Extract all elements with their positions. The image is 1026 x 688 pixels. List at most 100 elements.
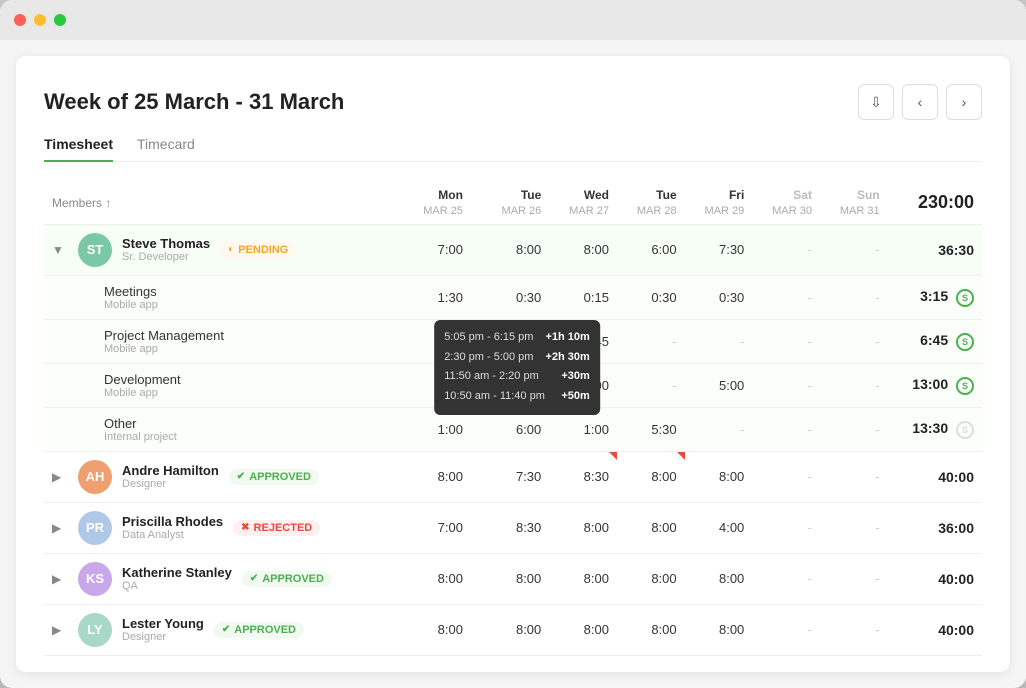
- app-window: Week of 25 March - 31 March ⇩ ‹ › Timesh…: [0, 0, 1026, 688]
- project-sub: Internal project: [104, 431, 395, 443]
- project-info: Other Internal project: [104, 416, 395, 443]
- time-cell[interactable]: 8:00: [617, 553, 685, 604]
- sub-time-cell[interactable]: -: [471, 363, 549, 407]
- time-cell[interactable]: -: [820, 224, 888, 275]
- time-cell[interactable]: 8:00: [403, 451, 471, 502]
- sub-time-cell[interactable]: -: [752, 407, 820, 451]
- time-cell[interactable]: 8:00: [617, 451, 685, 502]
- sub-time-cell[interactable]: 4:00: [549, 363, 617, 407]
- sub-time-cell[interactable]: -: [617, 319, 685, 363]
- sub-time-cell[interactable]: 5:00: [685, 363, 753, 407]
- avatar: PR: [78, 511, 112, 545]
- member-role: QA: [122, 580, 232, 592]
- flag-marker: [609, 452, 617, 460]
- time-cell[interactable]: 8:00: [549, 224, 617, 275]
- member-info: Lester Young Designer: [122, 616, 204, 643]
- sub-time-cell[interactable]: 5:30: [617, 407, 685, 451]
- tab-timesheet[interactable]: Timesheet: [44, 136, 113, 162]
- sub-time-cell[interactable]: 0:15: [549, 275, 617, 319]
- selected-time[interactable]: 01:30: [493, 330, 542, 353]
- sub-time-cell[interactable]: -: [752, 319, 820, 363]
- time-cell[interactable]: -: [752, 604, 820, 655]
- sub-row: Project Management Mobile app 0:30 5:05 …: [44, 319, 982, 363]
- sub-time-cell[interactable]: -: [820, 363, 888, 407]
- sub-time-cell[interactable]: 2:45: [549, 319, 617, 363]
- main-content: Week of 25 March - 31 March ⇩ ‹ › Timesh…: [16, 56, 1010, 672]
- expand-button[interactable]: ▶: [52, 521, 68, 535]
- close-button[interactable]: [14, 14, 26, 26]
- sub-time-cell[interactable]: -: [685, 319, 753, 363]
- time-cell[interactable]: 8:00: [471, 224, 549, 275]
- time-cell[interactable]: 7:30: [685, 224, 753, 275]
- project-sub: Mobile app: [104, 343, 395, 355]
- member-row: ▶ LY Lester Young Designer ✔ APPROVED 8:…: [44, 604, 982, 655]
- expand-button[interactable]: ▶: [52, 623, 68, 637]
- project-info: Development Mobile app: [104, 372, 395, 399]
- time-cell[interactable]: 8:30: [549, 451, 617, 502]
- time-cell[interactable]: 8:00: [685, 451, 753, 502]
- sub-time-cell[interactable]: 0:30: [471, 275, 549, 319]
- sub-time-cell[interactable]: 5:05 pm - 6:15 pm +1h 10m 2:30 pm - 5:00…: [471, 319, 549, 363]
- time-cell[interactable]: -: [820, 604, 888, 655]
- status-badge: ✔ APPROVED: [214, 622, 304, 638]
- project-info: Meetings Mobile app: [104, 284, 395, 311]
- sub-time-cell[interactable]: 0:30: [685, 275, 753, 319]
- time-cell[interactable]: 7:00: [403, 224, 471, 275]
- time-cell[interactable]: -: [752, 451, 820, 502]
- sub-time-cell[interactable]: -: [752, 363, 820, 407]
- expand-button[interactable]: ▶: [52, 470, 68, 484]
- time-cell[interactable]: 7:00: [403, 502, 471, 553]
- sub-time-cell[interactable]: -: [820, 407, 888, 451]
- prev-week-button[interactable]: ‹: [902, 84, 938, 120]
- time-cell[interactable]: 8:00: [403, 553, 471, 604]
- sub-time-cell[interactable]: 0:30: [617, 275, 685, 319]
- time-cell[interactable]: 8:00: [617, 502, 685, 553]
- sub-time-cell[interactable]: -: [820, 319, 888, 363]
- time-cell[interactable]: -: [820, 553, 888, 604]
- time-cell[interactable]: 8:00: [549, 604, 617, 655]
- col-fri: Fri MAR 29: [685, 182, 753, 224]
- time-cell[interactable]: 8:00: [471, 604, 549, 655]
- circle-icon: S: [956, 333, 974, 351]
- sub-time-cell[interactable]: 4:00: [403, 363, 471, 407]
- project-name: Meetings: [104, 284, 395, 299]
- sub-time-cell[interactable]: 1:00: [403, 407, 471, 451]
- sub-time-cell[interactable]: 6:00: [471, 407, 549, 451]
- download-button[interactable]: ⇩: [858, 84, 894, 120]
- sub-time-cell[interactable]: 1:00: [549, 407, 617, 451]
- circle-icon: S: [956, 377, 974, 395]
- project-name: Project Management: [104, 328, 395, 343]
- expand-button[interactable]: ▼: [52, 243, 68, 257]
- time-cell[interactable]: 8:30: [471, 502, 549, 553]
- sub-time-cell[interactable]: 0:30: [403, 319, 471, 363]
- time-cell[interactable]: 6:00: [617, 224, 685, 275]
- member-row: ▶ KS Katherine Stanley QA ✔ APPROVED 8:0…: [44, 553, 982, 604]
- time-cell[interactable]: 8:00: [685, 604, 753, 655]
- time-cell[interactable]: 8:00: [471, 553, 549, 604]
- col-tue26: Tue MAR 26: [471, 182, 549, 224]
- time-cell[interactable]: 8:00: [549, 553, 617, 604]
- time-cell[interactable]: 4:00: [685, 502, 753, 553]
- time-cell[interactable]: 7:30: [471, 451, 549, 502]
- member-name: Lester Young: [122, 616, 204, 631]
- maximize-button[interactable]: [54, 14, 66, 26]
- sub-time-cell[interactable]: -: [617, 363, 685, 407]
- minimize-button[interactable]: [34, 14, 46, 26]
- members-col-header[interactable]: Members ↑: [44, 182, 403, 224]
- expand-button[interactable]: ▶: [52, 572, 68, 586]
- next-week-button[interactable]: ›: [946, 84, 982, 120]
- time-cell[interactable]: 8:00: [685, 553, 753, 604]
- time-cell[interactable]: 8:00: [549, 502, 617, 553]
- time-cell[interactable]: 8:00: [617, 604, 685, 655]
- sub-time-cell[interactable]: -: [752, 275, 820, 319]
- time-cell[interactable]: -: [752, 502, 820, 553]
- time-cell[interactable]: -: [820, 502, 888, 553]
- sub-time-cell[interactable]: -: [820, 275, 888, 319]
- time-cell[interactable]: -: [752, 224, 820, 275]
- time-cell[interactable]: -: [752, 553, 820, 604]
- sub-time-cell[interactable]: -: [685, 407, 753, 451]
- tab-timecard[interactable]: Timecard: [137, 136, 195, 161]
- time-cell[interactable]: -: [820, 451, 888, 502]
- sub-time-cell[interactable]: 1:30: [403, 275, 471, 319]
- time-cell[interactable]: 8:00: [403, 604, 471, 655]
